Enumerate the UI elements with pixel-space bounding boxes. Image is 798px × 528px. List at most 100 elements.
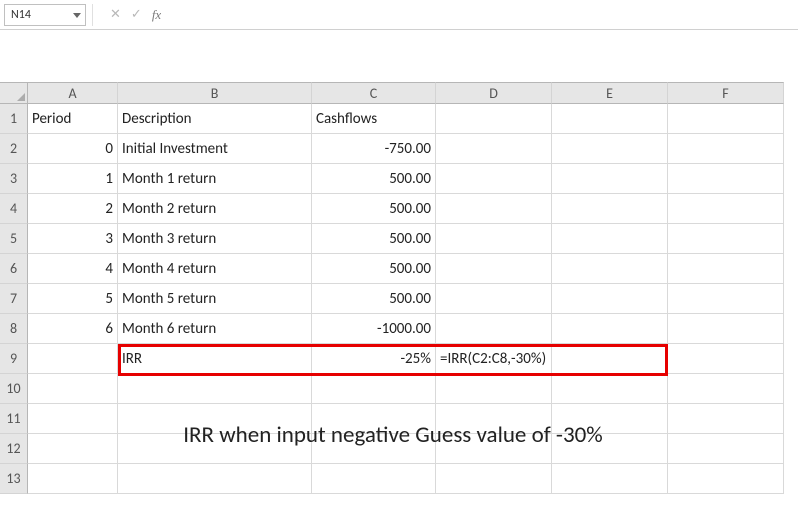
- cell-B6[interactable]: Month 4 return: [118, 254, 312, 284]
- cell-D10[interactable]: [436, 374, 552, 404]
- col-header-C[interactable]: C: [312, 82, 436, 104]
- col-header-A[interactable]: A: [28, 82, 118, 104]
- cell-F1[interactable]: [668, 104, 784, 134]
- cell-B4[interactable]: Month 2 return: [118, 194, 312, 224]
- row-header[interactable]: 3: [0, 164, 28, 194]
- cell-A9[interactable]: [28, 344, 118, 374]
- cell-D4[interactable]: [436, 194, 552, 224]
- cell-D9[interactable]: =IRR(C2:C8,-30%): [436, 344, 552, 374]
- cell-F11[interactable]: [668, 404, 784, 434]
- cell-A4[interactable]: 2: [28, 194, 118, 224]
- cell-D1[interactable]: [436, 104, 552, 134]
- cell-C10[interactable]: [312, 374, 436, 404]
- cell-A3[interactable]: 1: [28, 164, 118, 194]
- cell-C2[interactable]: -750.00: [312, 134, 436, 164]
- cell-B7[interactable]: Month 5 return: [118, 284, 312, 314]
- cell-F3[interactable]: [668, 164, 784, 194]
- cell-C5[interactable]: 500.00: [312, 224, 436, 254]
- cell-A1[interactable]: Period: [28, 104, 118, 134]
- cell-C8[interactable]: -1000.00: [312, 314, 436, 344]
- cell-C3[interactable]: 500.00: [312, 164, 436, 194]
- cell-C9[interactable]: -25%: [312, 344, 436, 374]
- cell-B2[interactable]: Initial Investment: [118, 134, 312, 164]
- cell-B10[interactable]: [118, 374, 312, 404]
- cell-E13[interactable]: [552, 464, 668, 494]
- cell-C13[interactable]: [312, 464, 436, 494]
- row-header[interactable]: 13: [0, 464, 28, 494]
- cell-D11[interactable]: [436, 404, 552, 434]
- fx-icon[interactable]: fx: [152, 7, 161, 23]
- cell-B9[interactable]: IRR: [118, 344, 312, 374]
- cell-D13[interactable]: [436, 464, 552, 494]
- cell-F10[interactable]: [668, 374, 784, 404]
- cell-E12[interactable]: [552, 434, 668, 464]
- cell-B5[interactable]: Month 3 return: [118, 224, 312, 254]
- cell-A12[interactable]: [28, 434, 118, 464]
- cell-F4[interactable]: [668, 194, 784, 224]
- cell-A5[interactable]: 3: [28, 224, 118, 254]
- name-box[interactable]: N14: [4, 4, 86, 26]
- col-header-E[interactable]: E: [552, 82, 668, 104]
- chevron-down-icon[interactable]: [73, 8, 81, 22]
- col-header-D[interactable]: D: [436, 82, 552, 104]
- cell-C7[interactable]: 500.00: [312, 284, 436, 314]
- row-header[interactable]: 10: [0, 374, 28, 404]
- cell-E6[interactable]: [552, 254, 668, 284]
- cell-E11[interactable]: [552, 404, 668, 434]
- row-header[interactable]: 12: [0, 434, 28, 464]
- cell-A11[interactable]: [28, 404, 118, 434]
- cell-F2[interactable]: [668, 134, 784, 164]
- confirm-icon[interactable]: ✓: [131, 7, 142, 22]
- cell-E2[interactable]: [552, 134, 668, 164]
- cell-A13[interactable]: [28, 464, 118, 494]
- row-header[interactable]: 8: [0, 314, 28, 344]
- col-header-F[interactable]: F: [668, 82, 784, 104]
- cell-B11[interactable]: [118, 404, 312, 434]
- cell-F9[interactable]: [668, 344, 784, 374]
- cell-F6[interactable]: [668, 254, 784, 284]
- cell-B1[interactable]: Description: [118, 104, 312, 134]
- cell-B13[interactable]: [118, 464, 312, 494]
- cell-F5[interactable]: [668, 224, 784, 254]
- cell-C4[interactable]: 500.00: [312, 194, 436, 224]
- cell-B8[interactable]: Month 6 return: [118, 314, 312, 344]
- row-header[interactable]: 9: [0, 344, 28, 374]
- cell-B3[interactable]: Month 1 return: [118, 164, 312, 194]
- cell-E5[interactable]: [552, 224, 668, 254]
- cell-A7[interactable]: 5: [28, 284, 118, 314]
- spreadsheet-grid[interactable]: A B C D E F 1 Period Description Cashflo…: [0, 82, 798, 494]
- cell-B12[interactable]: [118, 434, 312, 464]
- cell-A10[interactable]: [28, 374, 118, 404]
- cell-E10[interactable]: [552, 374, 668, 404]
- row-header[interactable]: 4: [0, 194, 28, 224]
- cell-E3[interactable]: [552, 164, 668, 194]
- cell-E9[interactable]: [552, 344, 668, 374]
- cell-E1[interactable]: [552, 104, 668, 134]
- cell-D7[interactable]: [436, 284, 552, 314]
- cell-D3[interactable]: [436, 164, 552, 194]
- cell-E4[interactable]: [552, 194, 668, 224]
- cell-D5[interactable]: [436, 224, 552, 254]
- cell-C1[interactable]: Cashflows: [312, 104, 436, 134]
- cell-A8[interactable]: 6: [28, 314, 118, 344]
- cancel-icon[interactable]: ✕: [110, 7, 121, 22]
- formula-input[interactable]: [173, 4, 794, 26]
- row-header[interactable]: 7: [0, 284, 28, 314]
- select-all-corner[interactable]: [0, 82, 28, 104]
- cell-C6[interactable]: 500.00: [312, 254, 436, 284]
- row-header[interactable]: 11: [0, 404, 28, 434]
- cell-D6[interactable]: [436, 254, 552, 284]
- col-header-B[interactable]: B: [118, 82, 312, 104]
- row-header[interactable]: 5: [0, 224, 28, 254]
- cell-C11[interactable]: [312, 404, 436, 434]
- cell-E7[interactable]: [552, 284, 668, 314]
- cell-F7[interactable]: [668, 284, 784, 314]
- cell-F13[interactable]: [668, 464, 784, 494]
- cell-D12[interactable]: [436, 434, 552, 464]
- cell-C12[interactable]: [312, 434, 436, 464]
- cell-D2[interactable]: [436, 134, 552, 164]
- cell-F8[interactable]: [668, 314, 784, 344]
- cell-D8[interactable]: [436, 314, 552, 344]
- cell-F12[interactable]: [668, 434, 784, 464]
- row-header[interactable]: 1: [0, 104, 28, 134]
